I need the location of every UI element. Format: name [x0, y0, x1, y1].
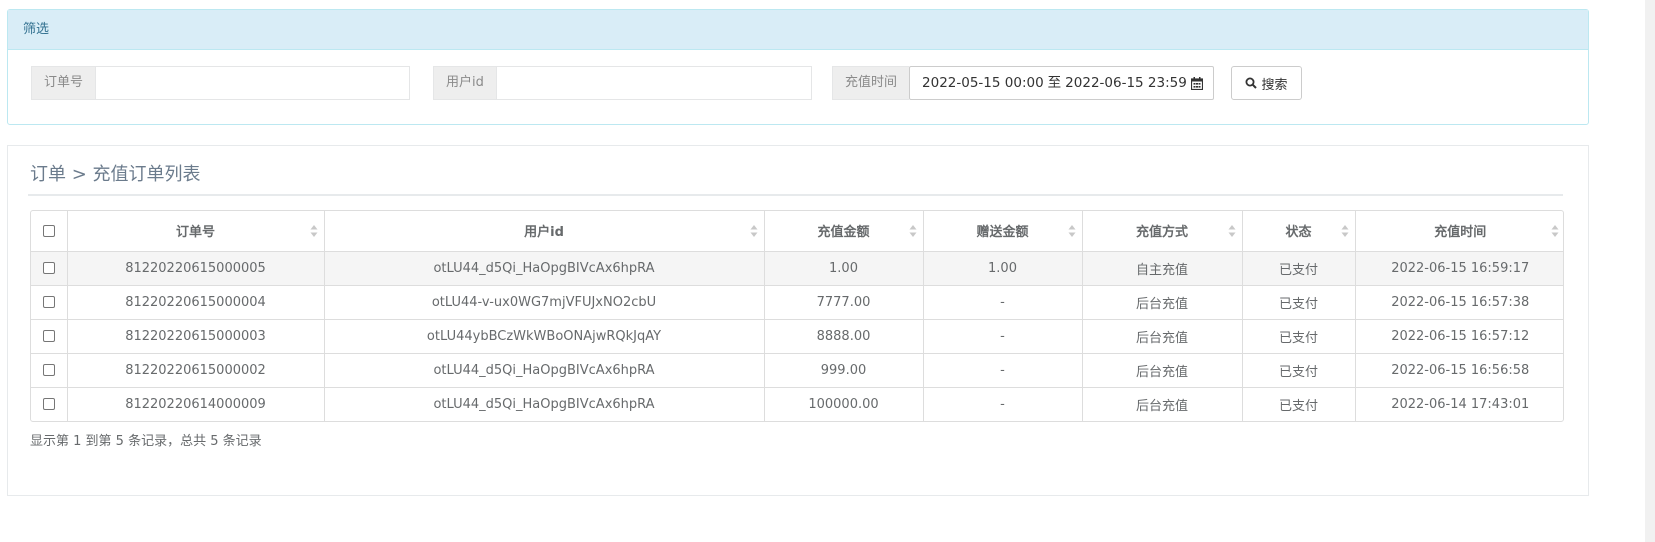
page-scrollbar[interactable] [1645, 0, 1655, 542]
cell-order-no: 81220220615000005 [67, 251, 325, 286]
cell-order-no: 81220220615000003 [67, 319, 325, 354]
calendar-icon [1190, 76, 1203, 90]
table-row[interactable]: 81220220615000004 otLU44-v-ux0WG7mjVFUJx… [31, 285, 1563, 320]
cell-user-id: otLU44ybBCzWkWBoONAjwRQkJqAY [324, 319, 765, 354]
sort-icon [750, 225, 757, 237]
cell-method: 后台充值 [1082, 319, 1243, 354]
filter-heading: 筛选 [8, 10, 1588, 50]
cell-method: 自主充值 [1082, 251, 1243, 286]
sort-icon [1341, 225, 1348, 237]
cell-bonus: 1.00 [923, 251, 1083, 286]
row-select-cell [31, 285, 68, 320]
filter-panel: 筛选 订单号 用户id 充值时间 2022-05-15 00:00 至 2022… [7, 9, 1589, 125]
time-end: 2022-06-15 23:59 [1065, 75, 1187, 91]
order-table: 订单号 用户id 充值金额 赠送金额 充值方式 状态 充值时间 81220220… [30, 210, 1564, 422]
cell-order-no: 81220220615000004 [67, 285, 325, 320]
row-checkbox[interactable] [42, 296, 55, 308]
cell-time: 2022-06-15 16:56:58 [1355, 353, 1563, 388]
row-checkbox[interactable] [42, 364, 55, 376]
sort-icon [909, 225, 916, 237]
cell-user-id: otLU44_d5Qi_HaOpgBIVcAx6hpRA [324, 353, 765, 388]
select-all-checkbox[interactable] [42, 224, 55, 237]
cell-status: 已支付 [1242, 285, 1356, 320]
cell-user-id: otLU44_d5Qi_HaOpgBIVcAx6hpRA [324, 387, 765, 421]
cell-status: 已支付 [1242, 251, 1356, 286]
row-select-cell [31, 251, 68, 286]
search-icon [1245, 77, 1258, 89]
cell-status: 已支付 [1242, 387, 1356, 421]
column-header-method[interactable]: 充值方式 [1082, 211, 1243, 252]
cell-amount: 1.00 [764, 251, 924, 286]
cell-bonus: - [923, 285, 1083, 320]
row-select-cell [31, 319, 68, 354]
row-select-cell [31, 353, 68, 388]
user-id-group: 用户id [433, 66, 812, 100]
sort-icon [1228, 225, 1235, 237]
time-start: 2022-05-15 00:00 [922, 75, 1044, 91]
breadcrumb: 订单 > 充值订单列表 [30, 164, 201, 185]
table-row[interactable]: 81220220614000009 otLU44_d5Qi_HaOpgBIVcA… [31, 387, 1563, 421]
time-range-input[interactable]: 2022-05-15 00:00 至 2022-06-15 23:59 [909, 66, 1214, 100]
order-no-label: 订单号 [31, 66, 96, 100]
column-header-bonus[interactable]: 赠送金额 [923, 211, 1083, 252]
time-range-group: 充值时间 2022-05-15 00:00 至 2022-06-15 23:59 [832, 66, 1214, 100]
pagination-info: 显示第 1 到第 5 条记录，总共 5 条记录 [30, 434, 262, 449]
cell-time: 2022-06-15 16:57:38 [1355, 285, 1563, 320]
search-button[interactable]: 搜索 [1231, 66, 1302, 100]
cell-order-no: 81220220615000002 [67, 353, 325, 388]
sort-icon [310, 225, 317, 237]
order-no-group: 订单号 [31, 66, 411, 100]
cell-bonus: - [923, 387, 1083, 421]
cell-bonus: - [923, 319, 1083, 354]
cell-time: 2022-06-15 16:57:12 [1355, 319, 1563, 354]
order-list-panel: 订单 > 充值订单列表 订单号 用户id 充值金额 赠送金额 充值方式 状态 充… [7, 145, 1589, 496]
time-range-label: 充值时间 [832, 66, 910, 100]
title-divider [28, 194, 1563, 196]
row-select-cell [31, 387, 68, 421]
table-header-row: 订单号 用户id 充值金额 赠送金额 充值方式 状态 充值时间 [31, 211, 1563, 252]
sort-icon [1068, 225, 1075, 237]
column-header-user-id[interactable]: 用户id [324, 211, 765, 252]
cell-amount: 7777.00 [764, 285, 924, 320]
filter-body: 订单号 用户id 充值时间 2022-05-15 00:00 至 2022-06… [8, 50, 1588, 125]
cell-time: 2022-06-14 17:43:01 [1391, 396, 1530, 412]
user-id-label: 用户id [433, 66, 496, 100]
row-checkbox[interactable] [42, 330, 55, 342]
cell-order-no: 81220220614000009 [67, 387, 325, 421]
table-row[interactable]: 81220220615000005 otLU44_d5Qi_HaOpgBIVcA… [31, 251, 1563, 286]
column-header-amount[interactable]: 充值金额 [764, 211, 924, 252]
column-header-time[interactable]: 充值时间 [1355, 211, 1563, 252]
row-checkbox[interactable] [42, 398, 55, 411]
order-no-input[interactable] [95, 66, 411, 100]
cell-amount: 999.00 [764, 353, 924, 388]
cell-method: 后台充值 [1082, 387, 1243, 421]
sort-icon [1551, 225, 1559, 237]
table-row[interactable]: 81220220615000002 otLU44_d5Qi_HaOpgBIVcA… [31, 353, 1563, 388]
time-separator: 至 [1047, 75, 1062, 91]
select-all-cell [31, 211, 68, 252]
cell-bonus: - [923, 353, 1083, 388]
column-header-order-no[interactable]: 订单号 [67, 211, 325, 252]
row-checkbox[interactable] [42, 262, 55, 274]
table-row[interactable]: 81220220615000003 otLU44ybBCzWkWBoONAjwR… [31, 319, 1563, 354]
cell-method: 后台充值 [1082, 285, 1243, 320]
user-id-input[interactable] [495, 66, 812, 100]
cell-status: 已支付 [1242, 353, 1356, 388]
cell-status: 已支付 [1242, 319, 1356, 354]
cell-amount: 100000.00 [764, 387, 924, 421]
search-button-label: 搜索 [1261, 77, 1288, 93]
cell-user-id: otLU44_d5Qi_HaOpgBIVcAx6hpRA [324, 251, 765, 286]
column-header-status[interactable]: 状态 [1242, 211, 1356, 252]
cell-method: 后台充值 [1082, 353, 1243, 388]
cell-user-id: otLU44-v-ux0WG7mjVFUJxNO2cbU [324, 285, 765, 320]
cell-time: 2022-06-15 16:59:17 [1355, 251, 1563, 286]
cell-amount: 8888.00 [764, 319, 924, 354]
